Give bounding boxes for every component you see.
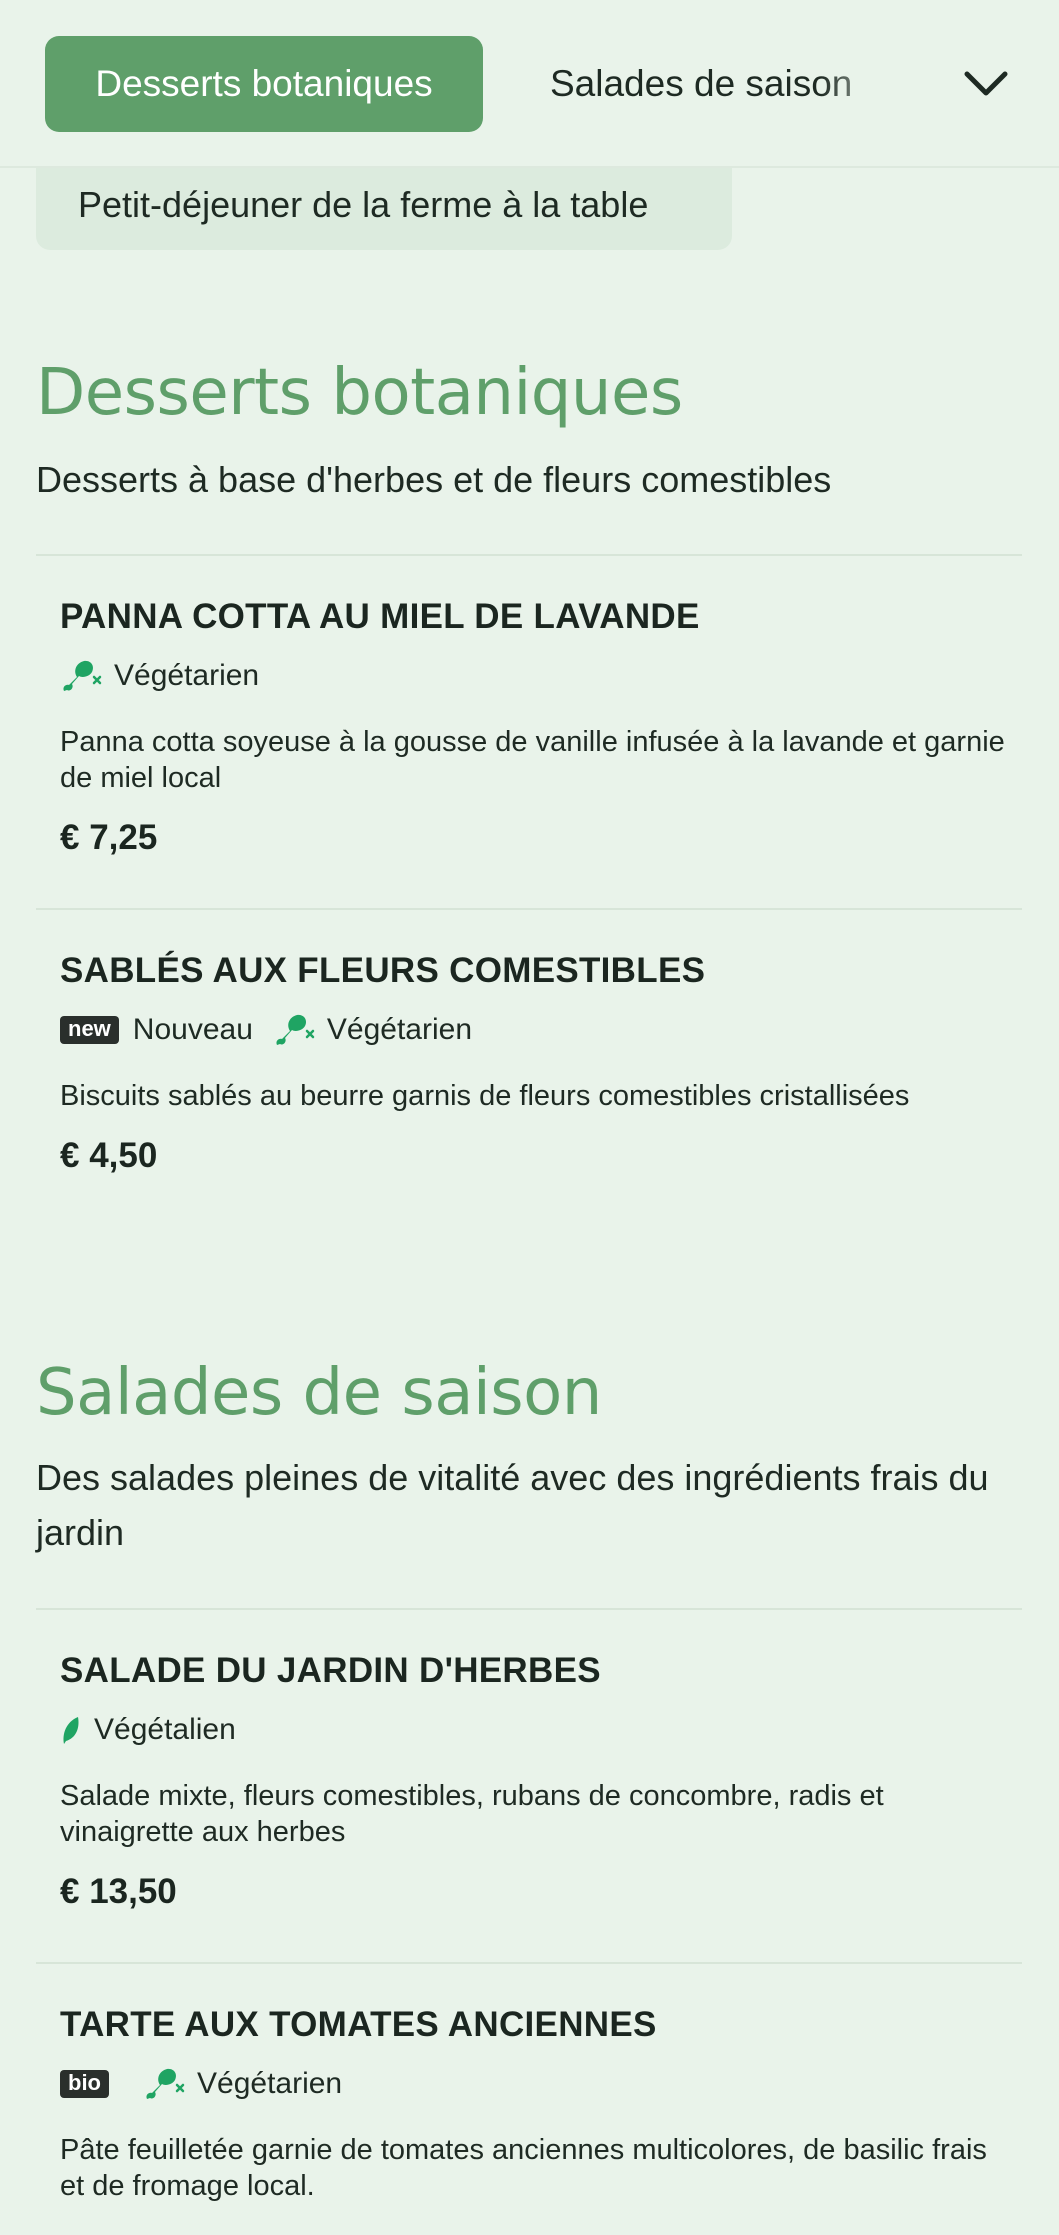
item-name: SALADE DU JARDIN D'HERBES (60, 1651, 601, 1690)
item-name: PANNA COTTA AU MIEL DE LAVANDE (60, 597, 700, 636)
item-description: Pâte feuilletée garnie de tomates ancien… (60, 2134, 987, 2202)
tab-label: Desserts botaniques (95, 63, 433, 104)
divider (36, 1962, 1022, 1964)
item-tags: new Nouveau Végétarien (60, 1010, 1010, 1050)
tab-label: Petit-déjeuner de la ferme à la table (78, 184, 649, 225)
item-description: Salade mixte, fleurs comestibles, rubans… (60, 1780, 884, 1848)
item-price: € 7,25 (60, 818, 158, 857)
chevron-down-icon[interactable] (960, 58, 1012, 110)
menu-item[interactable]: PANNA COTTA AU MIEL DE LAVANDE Végétarie… (60, 596, 1010, 858)
divider (36, 554, 1022, 556)
category-nav: Desserts botaniques Salades de saison (0, 0, 1059, 168)
section-title: Desserts botaniques (36, 356, 683, 430)
item-description: Panna cotta soyeuse à la gousse de vanil… (60, 726, 1005, 794)
tag-vegetarian: Végétarien (143, 2065, 342, 2103)
section-description: Desserts à base d'herbes et de fleurs co… (36, 459, 832, 500)
tag-vegan: Végétalien (60, 1713, 236, 1747)
tag-label: Nouveau (132, 1013, 253, 1046)
item-price: € 13,50 (60, 1872, 177, 1911)
tag-organic: bio (60, 2070, 123, 2098)
leaf-icon (60, 1714, 82, 1746)
tab-fade (820, 36, 940, 132)
menu-item[interactable]: SALADE DU JARDIN D'HERBES Végétalien Sal… (60, 1650, 1010, 1912)
section-description: Des salades pleines de vitalité avec des… (36, 1457, 989, 1553)
tag-label: Végétarien (326, 1013, 472, 1046)
tab-desserts-botaniques[interactable]: Desserts botaniques (45, 36, 483, 132)
item-name: TARTE AUX TOMATES ANCIENNES (60, 2005, 657, 2044)
tag-label: Végétalien (94, 1713, 236, 1746)
no-meat-icon (143, 2065, 185, 2103)
divider (36, 908, 1022, 910)
bio-badge: bio (60, 2070, 109, 2098)
item-tags: Végétalien (60, 1710, 1010, 1750)
no-meat-icon (60, 657, 102, 695)
tag-label: Végétarien (114, 659, 260, 692)
tag-vegetarian: Végétarien (273, 1011, 472, 1049)
item-description: Biscuits sablés au beurre garnis de fleu… (60, 1080, 910, 1112)
divider (36, 1608, 1022, 1610)
item-tags: bio Végétarien (60, 2064, 1010, 2104)
tab-label: Salades de saison (550, 63, 853, 104)
new-badge: new (60, 1016, 119, 1044)
tag-label: Végétarien (197, 2067, 343, 2100)
no-meat-icon (273, 1011, 315, 1049)
item-price: € 4,50 (60, 1136, 158, 1175)
tag-vegetarian: Végétarien (60, 657, 259, 695)
menu-item[interactable]: TARTE AUX TOMATES ANCIENNES bio Végétari… (60, 2004, 1010, 2204)
section-title: Salades de saison (36, 1356, 602, 1430)
item-tags: Végétarien (60, 656, 1010, 696)
item-name: SABLÉS AUX FLEURS COMESTIBLES (60, 951, 706, 990)
tag-new: new Nouveau (60, 1013, 253, 1047)
menu-item[interactable]: SABLÉS AUX FLEURS COMESTIBLES new Nouvea… (60, 950, 1010, 1176)
